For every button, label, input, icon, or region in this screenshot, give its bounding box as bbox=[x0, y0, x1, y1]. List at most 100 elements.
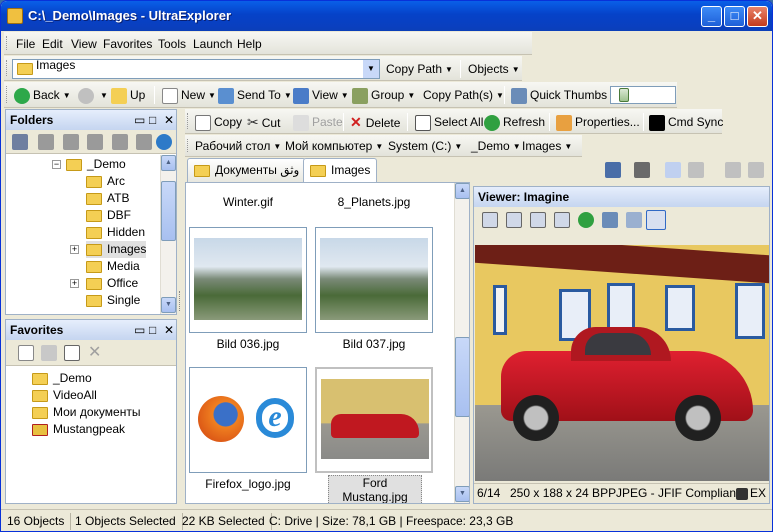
copy-button[interactable]: Copy bbox=[195, 112, 242, 132]
new-button[interactable]: New ▼ bbox=[162, 85, 216, 105]
send-to-button[interactable]: Send To ▼ bbox=[218, 85, 292, 105]
tree-item-arc[interactable]: Arc bbox=[86, 173, 125, 190]
drive-icon[interactable] bbox=[87, 134, 103, 150]
maximize-button[interactable]: □ bbox=[724, 6, 745, 27]
thumb-caption-selected[interactable]: Ford Mustang.jpg bbox=[328, 475, 422, 503]
quick-thumbs-button[interactable]: Quick Thumbs bbox=[511, 85, 607, 105]
thumb-caption[interactable]: Firefox_logo.jpg bbox=[188, 477, 308, 491]
window-icon[interactable] bbox=[665, 162, 681, 178]
minimize-button[interactable]: _ bbox=[701, 6, 722, 27]
tree-item-single[interactable]: Single bbox=[86, 292, 140, 309]
drive-icon[interactable] bbox=[38, 134, 54, 150]
objects-button[interactable]: Objects ▼ bbox=[468, 59, 520, 79]
rotate-icon[interactable] bbox=[626, 212, 642, 228]
pin-icon[interactable]: ▭ bbox=[134, 113, 145, 127]
drive-icon[interactable] bbox=[112, 134, 128, 150]
favorite-item-demo[interactable]: _Demo bbox=[32, 370, 92, 387]
tree-item-images[interactable]: Images bbox=[86, 241, 147, 258]
thumbnail-scrollbar[interactable]: ▲ ▼ bbox=[454, 183, 469, 503]
tree-item-media[interactable]: Media bbox=[86, 258, 140, 275]
thumbnail-firefox-logo[interactable]: e bbox=[189, 367, 307, 473]
thumbnail-bild-036[interactable] bbox=[189, 227, 307, 333]
expand-icon[interactable]: + bbox=[70, 279, 79, 288]
favorite-item-videoall[interactable]: VideoAll bbox=[32, 387, 97, 404]
address-dropdown-icon[interactable]: ▼ bbox=[363, 60, 379, 78]
rename-icon[interactable] bbox=[64, 345, 80, 361]
menu-file[interactable]: File bbox=[16, 37, 35, 51]
expand-icon[interactable]: + bbox=[70, 245, 79, 254]
paste-button[interactable]: Paste bbox=[293, 112, 343, 132]
menu-help[interactable]: Help bbox=[237, 37, 262, 51]
tab-documents[interactable]: Документы وثق bbox=[187, 158, 307, 182]
zoom-actual-icon[interactable] bbox=[554, 212, 570, 228]
close-button[interactable]: ✕ bbox=[747, 6, 768, 27]
tree-item-hidden[interactable]: Hidden bbox=[86, 224, 145, 241]
scroll-up-icon[interactable]: ▲ bbox=[161, 155, 176, 171]
splitter-grip[interactable] bbox=[179, 291, 182, 311]
globe-icon[interactable] bbox=[578, 212, 594, 228]
tree-item-atb[interactable]: ATB bbox=[86, 190, 129, 207]
crumb-desktop[interactable]: Рабочий стол ▼ bbox=[195, 136, 281, 156]
drive-icon[interactable] bbox=[136, 134, 152, 150]
scroll-down-icon[interactable]: ▼ bbox=[161, 297, 176, 313]
panel-float-icon[interactable]: □ bbox=[149, 323, 156, 337]
back-button[interactable]: Back ▼ bbox=[14, 85, 71, 105]
thumb-caption[interactable]: Bild 036.jpg bbox=[188, 337, 308, 351]
zoom-in-icon[interactable] bbox=[482, 212, 498, 228]
folder-copy-icon[interactable] bbox=[725, 162, 741, 178]
thumb-caption[interactable]: 8_Planets.jpg bbox=[314, 195, 434, 209]
scroll-thumb[interactable] bbox=[161, 181, 176, 241]
save-image-icon[interactable] bbox=[602, 212, 618, 228]
tree-item-office[interactable]: Office bbox=[86, 275, 138, 292]
scroll-up-icon[interactable]: ▲ bbox=[455, 183, 469, 199]
layout-icon[interactable] bbox=[688, 162, 704, 178]
thumb-caption[interactable]: Bild 037.jpg bbox=[314, 337, 434, 351]
exif-badge[interactable]: EX bbox=[736, 486, 766, 500]
printer-icon[interactable] bbox=[634, 162, 650, 178]
new-favorite-icon[interactable] bbox=[18, 345, 34, 361]
thumbnail-bild-037[interactable] bbox=[315, 227, 433, 333]
pan-tool-icon[interactable] bbox=[646, 210, 666, 230]
copy-paths-button[interactable]: Copy Path(s) ▼ bbox=[423, 85, 504, 105]
network-icon[interactable] bbox=[156, 134, 172, 150]
menu-tools[interactable]: Tools bbox=[158, 37, 186, 51]
thumbnail-ford-mustang[interactable] bbox=[315, 367, 433, 473]
favorite-item-documents[interactable]: Мои документы bbox=[32, 404, 140, 421]
refresh-button[interactable]: Refresh bbox=[484, 112, 545, 132]
group-button[interactable]: Group ▼ bbox=[352, 85, 415, 105]
scroll-thumb[interactable] bbox=[455, 337, 469, 417]
thumb-caption[interactable]: Winter.gif bbox=[188, 195, 308, 209]
cut-button[interactable]: ✂ Cut bbox=[247, 112, 280, 132]
address-input[interactable]: Images ▼ bbox=[12, 58, 380, 79]
cmd-sync-button[interactable]: Cmd Sync bbox=[649, 112, 723, 132]
menu-edit[interactable]: Edit bbox=[42, 37, 63, 51]
drive-icon[interactable] bbox=[12, 134, 28, 150]
panel-close-icon[interactable]: ✕ bbox=[164, 323, 174, 337]
menu-favorites[interactable]: Favorites bbox=[103, 37, 152, 51]
crumb-my-computer[interactable]: Мой компьютер ▼ bbox=[285, 136, 383, 156]
scroll-down-icon[interactable]: ▼ bbox=[455, 486, 469, 502]
folders-scrollbar[interactable]: ▲ ▼ bbox=[160, 155, 176, 314]
thumb-size-slider[interactable] bbox=[610, 86, 676, 104]
panel-float-icon[interactable]: □ bbox=[149, 113, 156, 127]
folder-icon[interactable] bbox=[41, 345, 57, 361]
tree-item-dbf[interactable]: DBF bbox=[86, 207, 131, 224]
collapse-icon[interactable]: − bbox=[52, 160, 61, 169]
panel-close-icon[interactable]: ✕ bbox=[164, 113, 174, 127]
slider-handle[interactable] bbox=[619, 88, 629, 102]
pin-icon[interactable]: ▭ bbox=[134, 323, 145, 337]
crumb-images[interactable]: Images ▼ bbox=[522, 136, 572, 156]
view-button[interactable]: View ▼ bbox=[293, 85, 349, 105]
menu-launch[interactable]: Launch bbox=[193, 37, 232, 51]
favorite-item-mustangpeak[interactable]: Mustangpeak bbox=[32, 421, 125, 438]
crumb-system-c[interactable]: System (C:) ▼ bbox=[388, 136, 462, 156]
zoom-out-icon[interactable] bbox=[506, 212, 522, 228]
up-button[interactable]: Up bbox=[111, 85, 145, 105]
forward-button[interactable]: ▼ bbox=[78, 85, 108, 105]
tab-images[interactable]: Images bbox=[303, 158, 378, 182]
menu-view[interactable]: View bbox=[71, 37, 97, 51]
select-all-button[interactable]: Select All bbox=[415, 112, 483, 132]
view-mode-icon[interactable] bbox=[605, 162, 621, 178]
crumb-demo[interactable]: _Demo ▼ bbox=[471, 136, 521, 156]
delete-button[interactable]: ✕ Delete bbox=[350, 112, 400, 132]
